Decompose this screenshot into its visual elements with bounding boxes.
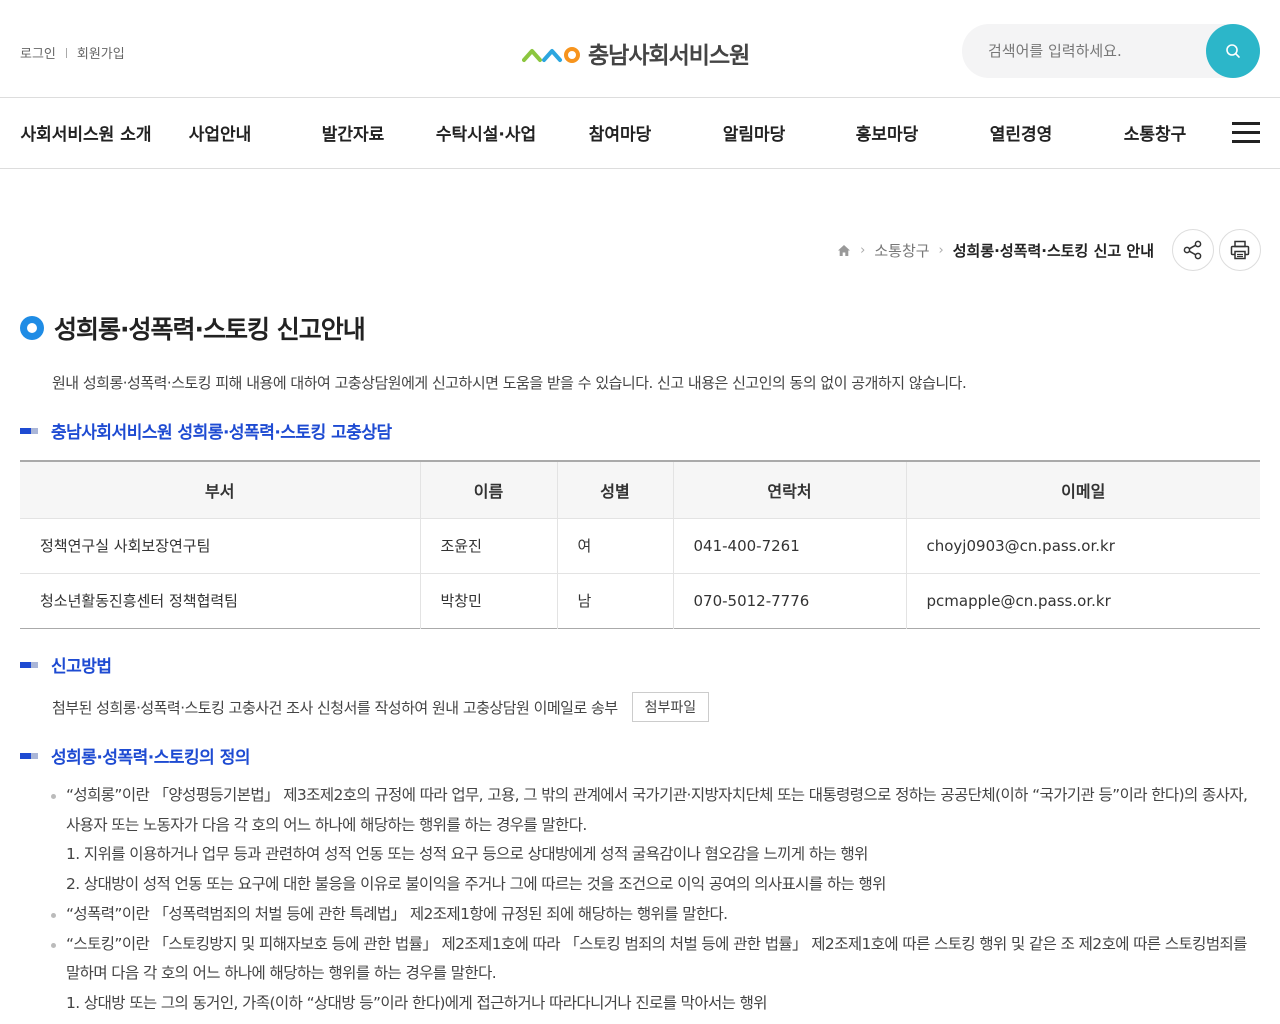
cell-email: pcmapple@cn.pass.or.kr — [905, 572, 1260, 628]
search-icon — [1226, 44, 1240, 58]
cell-name: 조윤진 — [419, 517, 557, 573]
breadcrumb-level1[interactable]: 소통창구 — [874, 240, 929, 261]
main-nav: 사회서비스원 소개 사업안내 발간자료 수탁시설·사업 참여마당 알림마당 홍보… — [0, 98, 1280, 169]
definition-stalking-item-1: 1. 상대방 또는 그의 동거인, 가족(이하 “상대방 등”이라 한다)에게 … — [66, 993, 768, 1012]
logo-mark-icon — [522, 47, 580, 63]
counsel-table: 부서 이름 성별 연락처 이메일 정책연구실 사회보장연구팀 조윤진 여 041… — [20, 460, 1260, 629]
page-title-text: 성희롱·성폭력·스토킹 신고안내 — [54, 315, 366, 344]
join-link[interactable]: 회원가입 — [77, 43, 125, 62]
definition-harassment-item-1: 1. 지위를 이용하거나 업무 등과 관련하여 성적 언동 또는 성적 요구 등… — [66, 845, 868, 864]
cell-name: 박창민 — [419, 572, 557, 628]
chevron-right-icon: › — [860, 243, 866, 258]
col-header-name: 이름 — [419, 461, 557, 518]
search-box — [962, 24, 1260, 78]
col-header-email: 이메일 — [905, 461, 1260, 518]
intro-text: 원내 성희롱·성폭력·스토킹 피해 내용에 대하여 고충상담원에게 신고하시면 … — [52, 374, 967, 392]
section-title-method: 신고방법 — [20, 652, 112, 677]
cell-dept: 정책연구실 사회보장연구팀 — [20, 517, 420, 573]
cell-gender: 남 — [556, 572, 673, 628]
cell-gender: 여 — [556, 517, 673, 573]
search-input[interactable] — [988, 39, 1208, 63]
hamburger-menu-icon[interactable] — [1232, 122, 1260, 144]
cell-contact: 041-400-7261 — [672, 517, 906, 573]
section-mark-icon — [20, 427, 38, 434]
nav-item-open-management[interactable]: 열린경영 — [977, 120, 1065, 150]
cell-contact: 070-5012-7776 — [672, 572, 906, 628]
counsel-title: 충남사회서비스원 성희롱·성폭력·스토킹 고충상담 — [51, 423, 392, 443]
method-title: 신고방법 — [51, 657, 112, 677]
method-row: 첨부된 성희롱·성폭력·스토킹 고충사건 조사 신청서를 작성하여 원내 고충상… — [52, 692, 710, 722]
util-divider — [65, 47, 67, 58]
breadcrumb: › 소통창구 › 성희롱·성폭력·스토킹 신고 안내 — [837, 240, 1154, 261]
attachment-button[interactable]: 첨부파일 — [631, 692, 710, 722]
print-button[interactable] — [1219, 229, 1261, 271]
definition-harassment: “성희롱”이란 「양성평등기본법」 제3조제2호의 규정에 따라 업무, 고용,… — [50, 781, 1260, 840]
nav-item-facilities[interactable]: 수탁시설·사업 — [420, 120, 552, 150]
site-logo[interactable]: 충남사회서비스원 — [522, 36, 750, 70]
definition-list: “성희롱”이란 「양성평등기본법」 제3조제2호의 규정에 따라 업무, 고용,… — [50, 781, 1260, 1019]
logo-text: 충남사회서비스원 — [588, 43, 750, 69]
section-mark-icon — [20, 752, 38, 759]
chevron-right-icon: › — [938, 243, 944, 258]
nav-item-notice[interactable]: 알림마당 — [710, 120, 798, 150]
table-header-row: 부서 이름 성별 연락처 이메일 — [20, 461, 1260, 518]
search-button[interactable] — [1206, 24, 1260, 78]
nav-item-business[interactable]: 사업안내 — [176, 120, 264, 150]
table-row: 청소년활동진흥센터 정책협력팀 박창민 남 070-5012-7776 pcma… — [20, 572, 1260, 628]
nav-item-communication[interactable]: 소통창구 — [1111, 120, 1199, 150]
share-button[interactable] — [1172, 229, 1214, 271]
section-mark-icon — [20, 661, 38, 668]
printer-icon — [1230, 240, 1250, 260]
definition-harassment-item-2: 2. 상대방이 성적 언동 또는 요구에 대한 불응을 이유로 불이익을 주거나… — [66, 875, 886, 894]
section-title-counsel: 충남사회서비스원 성희롱·성폭력·스토킹 고충상담 — [20, 418, 392, 443]
home-icon[interactable] — [837, 244, 851, 257]
login-link[interactable]: 로그인 — [20, 43, 56, 62]
nav-item-publications[interactable]: 발간자료 — [309, 120, 397, 150]
definition-violence: “성폭력”이란 「성폭력범죄의 처벌 등에 관한 특례법」 제2조제1항에 규정… — [50, 900, 1260, 930]
share-icon — [1183, 240, 1202, 260]
nav-item-participation[interactable]: 참여마당 — [576, 120, 664, 150]
table-row: 정책연구실 사회보장연구팀 조윤진 여 041-400-7261 choyj09… — [20, 517, 1260, 573]
site-header: 로그인 회원가입 충남사회서비스원 — [0, 0, 1280, 98]
definition-title: 성희롱·성폭력·스토킹의 정의 — [51, 748, 251, 768]
definition-stalking: “스토킹”이란 「스토킹방지 및 피해자보호 등에 관한 법률」 제2조제1호에… — [50, 930, 1260, 989]
page-title: 성희롱·성폭력·스토킹 신고안내 — [20, 310, 366, 346]
col-header-contact: 연락처 — [672, 461, 906, 518]
method-text: 첨부된 성희롱·성폭력·스토킹 고충사건 조사 신청서를 작성하여 원내 고충상… — [52, 698, 618, 717]
util-links: 로그인 회원가입 — [20, 43, 125, 62]
col-header-dept: 부서 — [20, 461, 420, 518]
section-title-definition: 성희롱·성폭력·스토킹의 정의 — [20, 743, 251, 768]
nav-item-about[interactable]: 사회서비스원 소개 — [20, 120, 152, 150]
col-header-gender: 성별 — [556, 461, 673, 518]
cell-email: choyj0903@cn.pass.or.kr — [905, 517, 1260, 573]
nav-item-pr[interactable]: 홍보마당 — [843, 120, 931, 150]
cell-dept: 청소년활동진흥센터 정책협력팀 — [20, 572, 420, 628]
breadcrumb-current: 성희롱·성폭력·스토킹 신고 안내 — [952, 242, 1154, 260]
title-bullet-icon — [20, 316, 44, 340]
